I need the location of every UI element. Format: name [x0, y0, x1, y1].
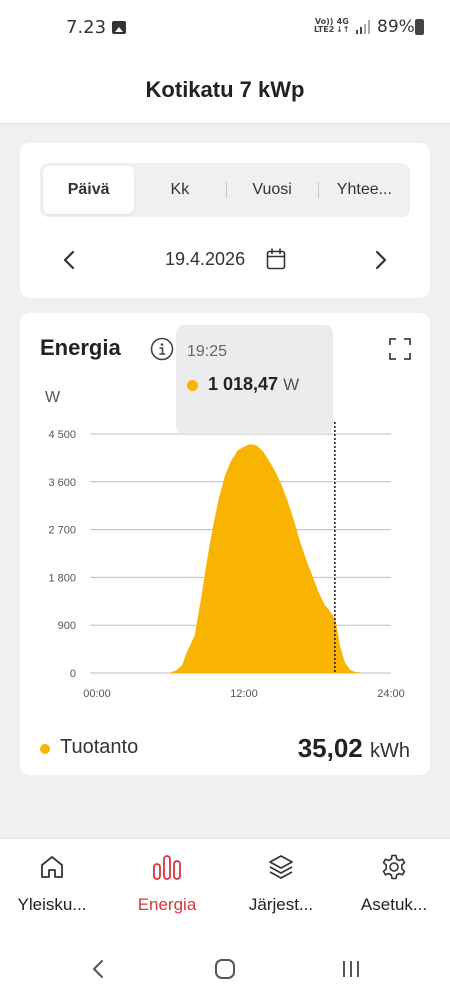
nav-settings[interactable]: Asetuk...	[338, 853, 450, 933]
tooltip-time: 19:25	[187, 343, 228, 360]
nav-system[interactable]: Järjest...	[225, 853, 337, 933]
gear-icon	[382, 854, 406, 880]
tab-month[interactable]: Kk	[134, 166, 225, 214]
y-tick-label: 0	[70, 668, 76, 680]
tab-year[interactable]: Vuosi	[227, 166, 318, 214]
nav-energy[interactable]: Energia	[111, 853, 223, 933]
nav-energy-label: Energia	[137, 895, 197, 914]
page-title: Kotikatu 7 kWp	[145, 76, 305, 102]
status-bar: 7.23 Vo)) LTE2 4G ↓↑ 89%	[0, 0, 450, 56]
nav-overview[interactable]: Yleisku...	[0, 853, 108, 933]
y-tick-label: 3 600	[48, 477, 76, 489]
energy-title: Energia	[40, 335, 121, 360]
chart-tooltip: 19:25 1 018,47 W	[176, 325, 333, 434]
tab-day[interactable]: Päivä	[43, 166, 135, 214]
y-tick-label: 4 500	[48, 429, 76, 441]
layers-icon	[269, 855, 293, 879]
info-icon[interactable]	[150, 337, 174, 361]
selected-date[interactable]: 19.4.2026	[165, 249, 245, 270]
legend-series-name: Tuotanto	[60, 736, 139, 758]
production-area	[170, 444, 361, 674]
period-card: Päivä Kk Vuosi Yhtee... 19.4.2026	[20, 143, 430, 298]
image-notification-icon	[112, 21, 126, 34]
calendar-icon[interactable]	[266, 248, 286, 270]
chevron-left-icon[interactable]	[58, 248, 82, 272]
nav-system-label: Järjest...	[248, 895, 314, 914]
home-icon	[41, 856, 63, 878]
nav-overview-label: Yleisku...	[17, 895, 87, 914]
x-tick-label: 24:00	[377, 688, 405, 700]
x-tick-label: 12:00	[230, 688, 258, 700]
production-summary: Tuotanto 35,02 kWh	[40, 733, 410, 767]
x-tick-label: 00:00	[83, 688, 111, 700]
home-button-icon[interactable]	[213, 958, 237, 980]
y-axis-unit: W	[45, 389, 61, 406]
period-segmented-control: Päivä Kk Vuosi Yhtee...	[40, 163, 410, 217]
legend-dot	[40, 744, 50, 754]
tooltip-series-dot	[187, 380, 198, 391]
battery-percent: 89%	[377, 17, 415, 37]
network-indicator: 4G ↓↑	[336, 17, 350, 34]
recent-apps-icon[interactable]	[339, 958, 363, 980]
battery-icon	[415, 19, 424, 35]
y-tick-label: 900	[58, 620, 76, 632]
tab-total[interactable]: Yhtee...	[319, 166, 410, 214]
system-navigation-bar	[0, 938, 450, 1000]
signal-icon	[356, 20, 370, 34]
y-tick-label: 2 700	[48, 525, 76, 537]
bottom-navigation: Yleisku... Energia Järjest... Asetuk...	[0, 838, 450, 938]
volte-indicator: Vo)) LTE2	[314, 17, 335, 34]
date-navigator: 19.4.2026	[20, 243, 430, 277]
fullscreen-icon[interactable]	[388, 337, 412, 361]
energy-card: Energia W 4 500 3 600 2 700 1 800 900 0 00:00 1…	[20, 313, 430, 775]
nav-settings-label: Asetuk...	[360, 895, 428, 914]
energy-chart[interactable]: 4 500 3 600 2 700 1 800 900 0 00:00 12:00 24:00	[20, 418, 430, 718]
y-tick-label: 1 800	[48, 572, 76, 584]
status-time: 7.23	[66, 17, 107, 38]
bar-chart-icon	[153, 855, 181, 880]
back-icon[interactable]	[87, 958, 111, 980]
total-energy: 35,02 kWh	[297, 733, 410, 763]
app-header: Kotikatu 7 kWp	[0, 56, 450, 124]
chevron-right-icon[interactable]	[368, 248, 392, 272]
tooltip-value: 1 018,47 W	[208, 374, 300, 394]
